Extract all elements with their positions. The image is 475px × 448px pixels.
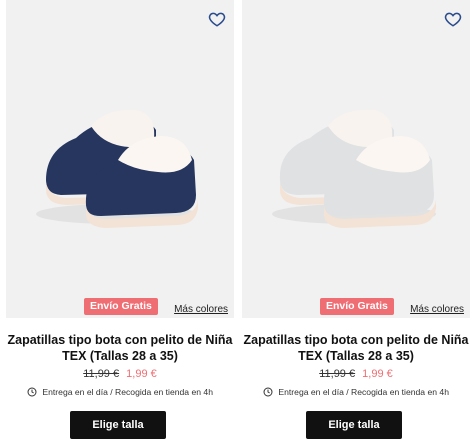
- product-photo: [36, 109, 198, 228]
- product-photo: [272, 109, 436, 228]
- delivery-info: Entrega en el día / Recogida en tienda e…: [242, 387, 470, 397]
- product-card[interactable]: Envío Gratis Más colores Zapatillas tipo…: [242, 0, 470, 448]
- sale-price: 1,99 €: [362, 368, 393, 380]
- old-price: 11,99 €: [319, 368, 356, 380]
- product-title[interactable]: Zapatillas tipo bota con pelito de Niña …: [242, 332, 470, 364]
- product-grid: Envío Gratis Más colores Zapatillas tipo…: [0, 0, 475, 448]
- price-row: 11,99 € 1,99 €: [6, 368, 234, 380]
- clock-icon: [263, 387, 273, 397]
- heart-icon[interactable]: [444, 10, 462, 28]
- free-shipping-badge: Envío Gratis: [320, 298, 394, 315]
- old-price: 11,99 €: [83, 368, 120, 380]
- price-row: 11,99 € 1,99 €: [242, 368, 470, 380]
- product-image[interactable]: Envío Gratis Más colores: [6, 0, 234, 318]
- clock-icon: [27, 387, 37, 397]
- delivery-text: Entrega en el día / Recogida en tienda e…: [42, 387, 213, 397]
- more-colors-link[interactable]: Más colores: [410, 304, 464, 315]
- product-card[interactable]: Envío Gratis Más colores Zapatillas tipo…: [6, 0, 234, 448]
- heart-icon[interactable]: [208, 10, 226, 28]
- product-image[interactable]: Envío Gratis Más colores: [242, 0, 470, 318]
- delivery-text: Entrega en el día / Recogida en tienda e…: [278, 387, 449, 397]
- delivery-info: Entrega en el día / Recogida en tienda e…: [6, 387, 234, 397]
- choose-size-button[interactable]: Elige talla: [306, 411, 402, 439]
- choose-size-button[interactable]: Elige talla: [70, 411, 166, 439]
- sale-price: 1,99 €: [126, 368, 157, 380]
- free-shipping-badge: Envío Gratis: [84, 298, 158, 315]
- product-title[interactable]: Zapatillas tipo bota con pelito de Niña …: [6, 332, 234, 364]
- more-colors-link[interactable]: Más colores: [174, 304, 228, 315]
